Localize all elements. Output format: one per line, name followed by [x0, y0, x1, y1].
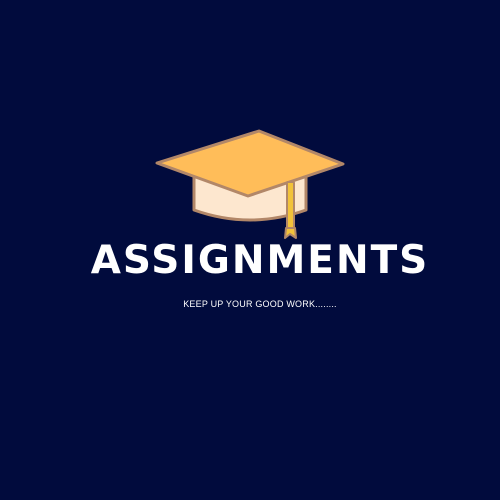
cap-board: [155, 129, 345, 198]
logo-tagline: KEEP UP YOUR GOOD WORK........: [183, 299, 337, 309]
logo-canvas: ASSIGNMENTS KEEP UP YOUR GOOD WORK......…: [0, 0, 500, 500]
tassel-cord: [286, 181, 295, 231]
tassel-end: [284, 227, 297, 239]
graduation-cap-icon: [155, 129, 345, 239]
logo-title: ASSIGNMENTS: [90, 238, 430, 283]
